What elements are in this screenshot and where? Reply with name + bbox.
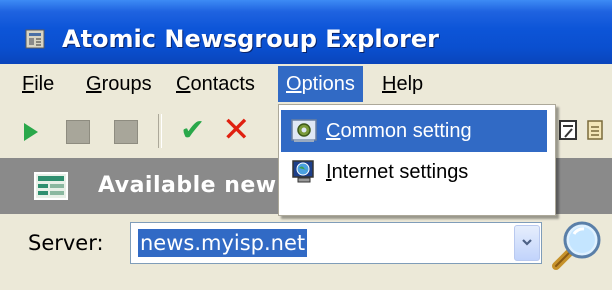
internet-settings-rest: nternet settings <box>331 161 469 183</box>
menu-groups-accel: G <box>86 73 102 95</box>
stop-icon[interactable] <box>66 120 90 144</box>
menu-help[interactable]: Help <box>374 66 431 102</box>
menu-groups[interactable]: Groups <box>78 66 160 102</box>
stop-icon[interactable] <box>114 120 138 144</box>
menu-contacts[interactable]: Contacts <box>168 66 263 102</box>
menu-contacts-label: ontacts <box>190 73 255 95</box>
play-icon[interactable] <box>24 123 38 141</box>
newspaper-icon <box>25 29 45 49</box>
menu-item-internet-settings-label: Internet settings <box>326 161 468 184</box>
menu-item-common-setting-label: Common setting <box>326 120 472 143</box>
menu-options[interactable]: Options <box>278 66 363 102</box>
menu-contacts-accel: C <box>176 73 191 95</box>
chevron-down-icon <box>522 239 532 246</box>
window-title: Atomic Newsgroup Explorer <box>62 25 440 53</box>
calendar-icon[interactable] <box>558 118 578 142</box>
menu-file[interactable]: File <box>14 66 62 102</box>
globe-computer-icon <box>292 160 314 183</box>
menu-options-label: ptions <box>301 73 355 95</box>
menu-options-accel: O <box>286 73 302 95</box>
server-label: Server: <box>28 231 104 255</box>
menu-groups-label: roups <box>101 73 152 95</box>
close-icon[interactable]: ✕ <box>222 112 251 148</box>
menu-file-label: ile <box>34 73 55 95</box>
toolbar-separator <box>158 114 162 148</box>
common-setting-rest: ommon setting <box>340 120 472 142</box>
newsgroup-list-icon <box>34 172 68 200</box>
settings-gear-icon <box>291 119 317 142</box>
notepad-icon[interactable] <box>586 118 604 142</box>
menu-help-label: elp <box>396 73 424 95</box>
checkmark-icon[interactable]: ✔ <box>180 114 205 148</box>
app-window: Atomic Newsgroup Explorer File Groups Co… <box>0 0 612 290</box>
search-icon[interactable] <box>550 218 604 272</box>
menu-file-accel: F <box>22 73 35 95</box>
panel-title: Available new <box>98 173 277 198</box>
server-input[interactable]: news.myisp.net <box>138 229 308 257</box>
menu-help-accel: H <box>382 73 397 95</box>
common-setting-accel: C <box>326 120 341 142</box>
